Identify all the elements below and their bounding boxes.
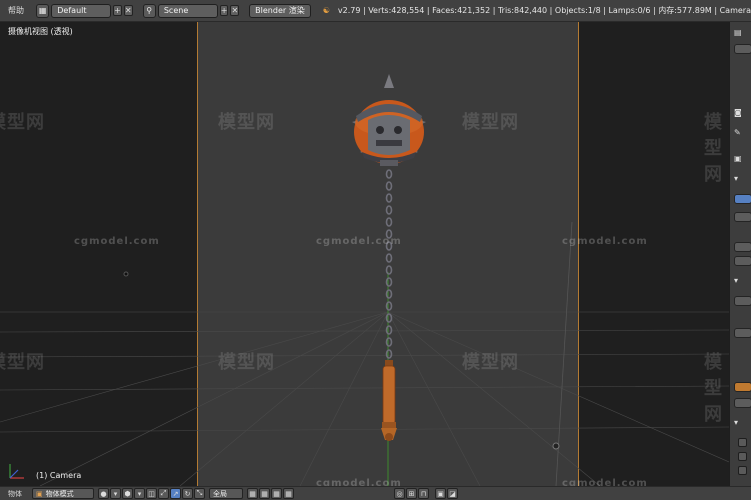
watermark-url: cgmodel.com (562, 236, 648, 247)
render-preview-icon[interactable]: ▣ (435, 488, 446, 499)
remove-layout-icon[interactable]: ✕ (123, 5, 133, 16)
snap-target-icon[interactable]: ⊞ (406, 488, 417, 499)
cube-icon: ▣ (36, 489, 43, 498)
active-object-label: (1) Camera (36, 471, 82, 480)
lamp-dot[interactable] (123, 271, 129, 277)
collapse-arrow-icon[interactable]: ▾ (734, 418, 738, 427)
snap-magnet-icon[interactable]: ⊓ (418, 488, 429, 499)
translate-icon[interactable]: ↗ (170, 488, 181, 499)
watermark: 模型网 (0, 352, 45, 373)
panel-field[interactable] (734, 242, 751, 252)
layers-icon[interactable]: ▦ (247, 488, 258, 499)
collapse-arrow-icon[interactable]: ▾ (734, 174, 738, 183)
shading-icon[interactable]: ● (98, 488, 109, 499)
panel-field[interactable] (734, 382, 751, 392)
watermark: 模型网 (0, 112, 45, 133)
render-tab-icon[interactable]: ◙ (734, 108, 742, 117)
checkbox[interactable] (738, 438, 747, 447)
watermark: 模型网 (218, 112, 275, 133)
render-button[interactable] (734, 194, 751, 204)
view-title: 摄像机视图 (透视) (8, 27, 73, 36)
orientation-select[interactable]: 全局 (209, 488, 243, 499)
3d-viewport[interactable]: 模型网 模型网 模型网 模型网 模型网 模型网 模型网 模型网 cgmodel.… (0, 22, 729, 486)
mace-head[interactable] (352, 74, 426, 166)
mode-select[interactable]: ▣ 物体模式 (32, 488, 94, 499)
properties-panel: ▤ ◙ ✎ ▣ ▾ ▾ ▾ (729, 22, 751, 486)
layers-icon[interactable]: ▦ (259, 488, 270, 499)
remove-scene-icon[interactable]: ✕ (230, 5, 240, 16)
panel-field[interactable] (734, 398, 751, 408)
checkbox[interactable] (738, 466, 747, 475)
panel-field[interactable] (734, 256, 751, 266)
add-scene-icon[interactable]: + (219, 5, 229, 16)
watermark: 模型网 (462, 112, 519, 133)
screen-layout-icon[interactable]: ▦ (36, 3, 50, 18)
object-menu[interactable]: 物体 (8, 489, 22, 499)
watermark-url: cgmodel.com (74, 236, 160, 247)
dropdown-icon[interactable]: ▾ (110, 488, 121, 499)
lamp-dot[interactable] (552, 442, 560, 450)
rotate-icon[interactable]: ↻ (182, 488, 193, 499)
viewport-header: 物体 ▣ 物体模式 ● ▾ ⬢ ▾ ◫ ⤢ ↗ ↻ ⤡ 全局 ▦ ▦ ▦ ▦ ◎… (0, 486, 751, 500)
watermark-url: cgmodel.com (316, 478, 402, 486)
watermark: 模型网 (704, 112, 723, 185)
opengl-render-icon[interactable]: ◪ (447, 488, 458, 499)
scene-icon[interactable]: ⚲ (142, 3, 156, 18)
watermark-url: cgmodel.com (562, 478, 648, 486)
layers-icon[interactable]: ▦ (283, 488, 294, 499)
scene-stats: v2.79 | Verts:428,554 | Faces:421,352 | … (337, 6, 751, 15)
scene-field[interactable]: Scene (157, 3, 218, 18)
proportional-icon[interactable]: ◎ (394, 488, 405, 499)
snap-icon[interactable]: ◫ (146, 488, 157, 499)
pin-icon[interactable]: ✎ (734, 128, 741, 137)
layout-field[interactable]: Default (51, 3, 112, 18)
panel-field[interactable] (734, 212, 751, 222)
floor-grid (0, 311, 729, 486)
viewport-scene (0, 74, 729, 486)
dropdown-icon[interactable]: ▾ (134, 488, 145, 499)
watermark: 模型网 (704, 352, 723, 425)
render-icon[interactable]: ▣ (734, 154, 742, 163)
scale-icon[interactable]: ⤡ (194, 488, 205, 499)
watermark: 模型网 (218, 352, 275, 373)
info-header: 帮助 ▦ Default + ✕ ⚲ Scene + ✕ Blender 渲染 … (0, 0, 751, 22)
help-menu[interactable]: 帮助 (0, 5, 30, 16)
outliner-icon[interactable]: ▤ (734, 28, 742, 37)
panel-field[interactable] (734, 328, 751, 338)
checkbox[interactable] (738, 452, 747, 461)
collapse-arrow-icon[interactable]: ▾ (734, 276, 738, 285)
outliner-field[interactable] (734, 44, 751, 54)
mace-chain (385, 169, 393, 359)
axis-gizmo-icon (9, 464, 24, 479)
manipulator-icon[interactable]: ⤢ (158, 488, 169, 499)
panel-field[interactable] (734, 296, 751, 306)
pivot-icon[interactable]: ⬢ (122, 488, 133, 499)
watermark-url: cgmodel.com (316, 236, 402, 247)
layers-icon[interactable]: ▦ (271, 488, 282, 499)
add-layout-icon[interactable]: + (113, 5, 122, 16)
blender-window: 帮助 ▦ Default + ✕ ⚲ Scene + ✕ Blender 渲染 … (0, 0, 751, 500)
mace-handle[interactable] (381, 360, 397, 441)
render-engine-select[interactable]: Blender 渲染 (249, 3, 311, 18)
watermark: 模型网 (462, 352, 519, 373)
blender-logo-icon: ☯ (322, 6, 330, 15)
mode-label: 物体模式 (45, 489, 74, 498)
